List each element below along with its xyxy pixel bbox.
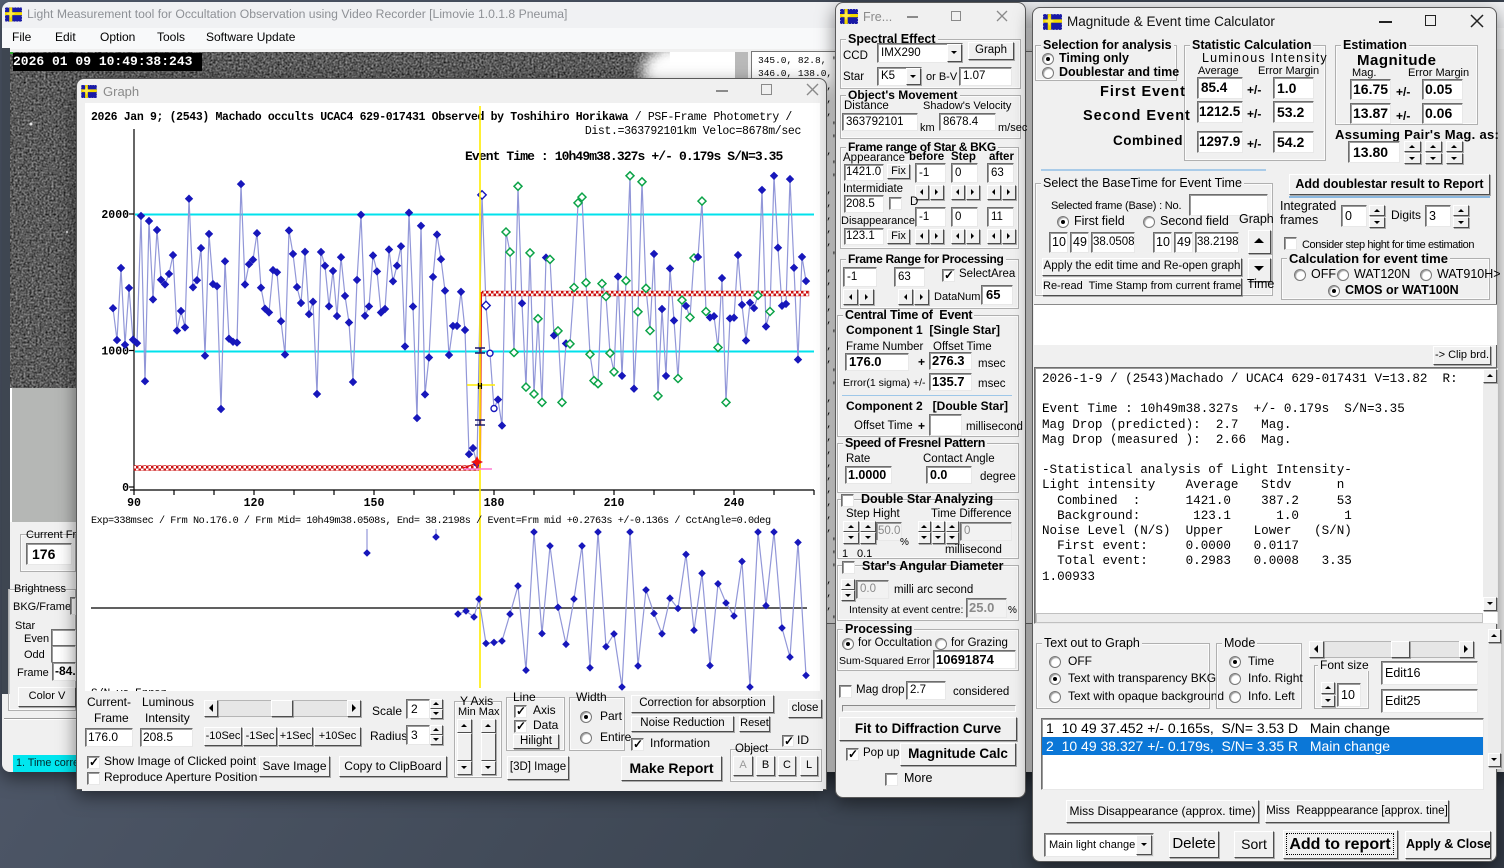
svg-text:Event Time : 10h49m38.327s +/: Event Time : 10h49m38.327s +/- 0.179s S/… [465, 149, 784, 164]
svg-text:Exp=338msec / Frm No.176.0 / F: Exp=338msec / Frm No.176.0 / Frm Mid= 10… [91, 515, 771, 527]
svg-text:240: 240 [724, 497, 745, 510]
svg-text:H: H [477, 382, 482, 392]
svg-text:90: 90 [127, 497, 141, 510]
svg-text:180: 180 [484, 497, 505, 510]
svg-text:0: 0 [122, 482, 129, 495]
svg-text:150: 150 [364, 497, 385, 510]
svg-text:2000: 2000 [101, 209, 129, 222]
svg-text:2026 Jan 9; (2543) Machado occ: 2026 Jan 9; (2543) Machado occults UCAC4… [91, 111, 792, 124]
svg-text:Dist.=363792101km Veloc=8678m/: Dist.=363792101km Veloc=8678m/sec [585, 125, 802, 138]
svg-text:210: 210 [604, 497, 625, 510]
svg-text:120: 120 [244, 497, 265, 510]
